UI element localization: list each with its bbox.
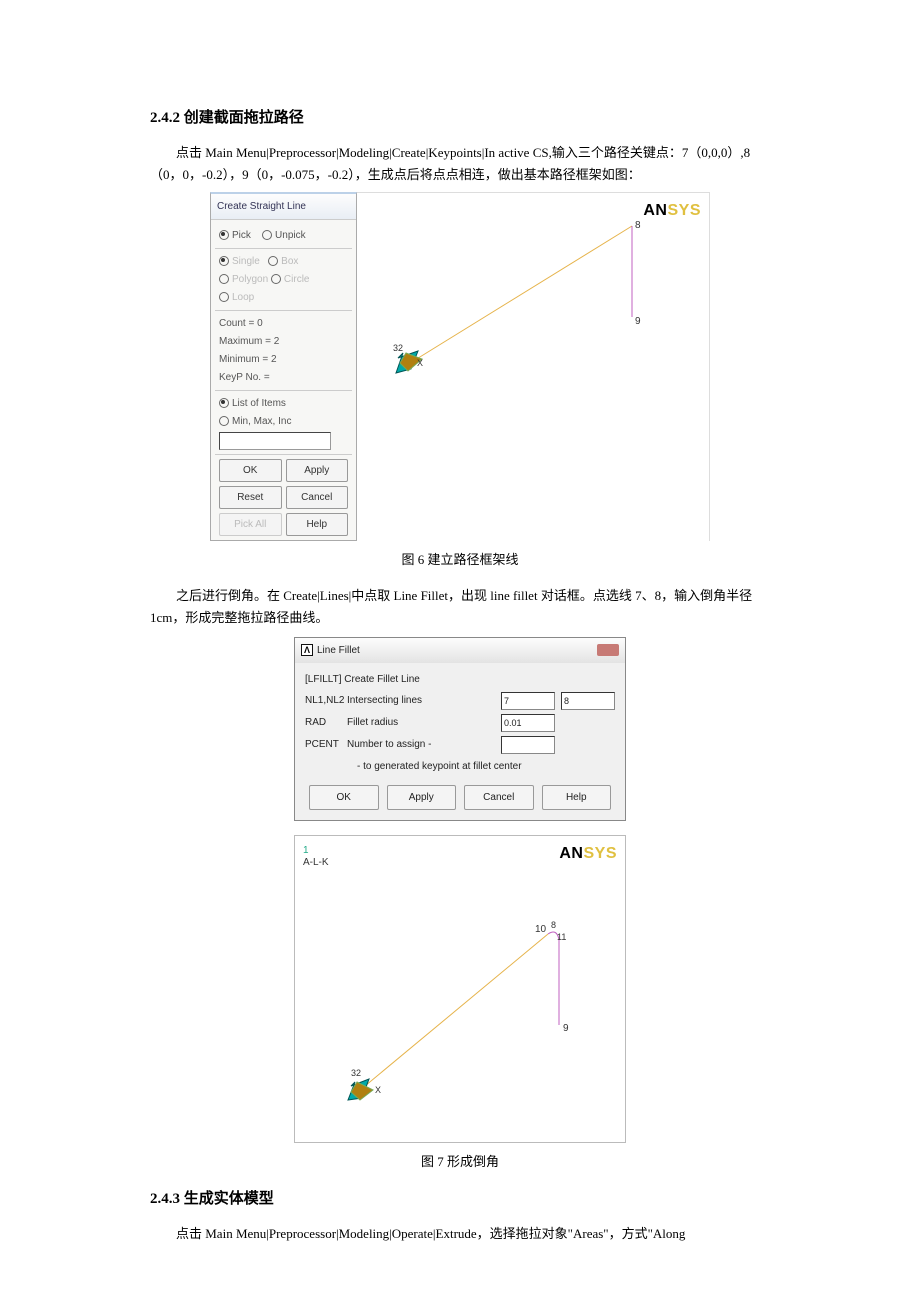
figure-6: Create Straight Line Pick Unpick Single … <box>210 192 710 541</box>
rad-input[interactable]: 0.01 <box>501 714 555 732</box>
para-243-1: 点击 Main Menu|Preprocessor|Modeling|Opera… <box>150 1223 770 1245</box>
line-fillet-dialog: Λ Line Fillet [LFILLT] Create Fillet Lin… <box>294 637 626 821</box>
single-row: Single Box <box>219 253 348 270</box>
pick-all-button: Pick All <box>219 513 282 536</box>
app-icon: Λ <box>301 644 313 656</box>
ok-button[interactable]: OK <box>219 459 282 482</box>
kp-32: 32 <box>393 341 403 356</box>
graphics-canvas-6: ANSYS 8 9 32 X <box>357 192 710 541</box>
kp-32: 32 <box>351 1066 361 1081</box>
ansys-logo: ANSYS <box>643 197 701 224</box>
fillet-ok-button[interactable]: OK <box>309 785 379 810</box>
help-button[interactable]: Help <box>286 513 349 536</box>
para-242-2: 之后进行倒角。在 Create|Lines|中点取 Line Fillet，出现… <box>150 585 770 629</box>
close-icon[interactable] <box>597 644 619 656</box>
heading-243: 2.4.3 生成实体模型 <box>150 1187 770 1213</box>
nl-text: Intersecting lines <box>347 692 501 709</box>
max-row: Maximum = 2 <box>219 333 348 350</box>
radio-box <box>268 256 278 266</box>
selection-input[interactable] <box>219 432 331 450</box>
figure-7: ANSYS 1 A-L-K 10 8 11 9 32 X <box>294 835 626 1143</box>
para-242-1: 点击 Main Menu|Preprocessor|Modeling|Creat… <box>150 142 770 186</box>
radio-unpick[interactable] <box>262 230 272 240</box>
radio-polygon <box>219 274 229 284</box>
kp-8: 8 <box>551 918 556 933</box>
fillet-titlebar: Λ Line Fillet <box>295 638 625 663</box>
radio-minmax[interactable] <box>219 416 229 426</box>
rad-label: RAD <box>305 714 347 731</box>
kp-9: 9 <box>563 1020 569 1037</box>
count-row: Count = 0 <box>219 315 348 332</box>
kp-11: 11 <box>557 930 566 945</box>
heading-242: 2.4.2 创建截面拖拉路径 <box>150 106 770 132</box>
nl2-input[interactable]: 8 <box>561 692 615 710</box>
axis-x: X <box>417 356 423 371</box>
kp-9: 9 <box>635 313 641 330</box>
kp-10: 10 <box>535 921 546 938</box>
fillet-header: [LFILLT] Create Fillet Line <box>305 671 615 688</box>
radio-list-items[interactable] <box>219 398 229 408</box>
canvas-svg <box>357 193 709 483</box>
figure-7-caption: 图 7 形成倒角 <box>150 1151 770 1173</box>
pcent-note: - to generated keypoint at fillet center <box>357 758 615 775</box>
pcent-label: PCENT <box>305 736 347 753</box>
fillet-cancel-button[interactable]: Cancel <box>464 785 534 810</box>
fillet-title: Line Fillet <box>317 642 360 659</box>
radio-pick[interactable] <box>219 230 229 240</box>
nl1-input[interactable]: 7 <box>501 692 555 710</box>
create-line-dialog: Create Straight Line Pick Unpick Single … <box>210 192 357 541</box>
reset-button[interactable]: Reset <box>219 486 282 509</box>
kp-8: 8 <box>635 217 641 234</box>
dialog-title: Create Straight Line <box>211 194 356 220</box>
pick-row: Pick Unpick <box>219 227 348 244</box>
fillet-help-button[interactable]: Help <box>542 785 612 810</box>
fillet-apply-button[interactable]: Apply <box>387 785 457 810</box>
min-row: Minimum = 2 <box>219 351 348 368</box>
figure-6-caption: 图 6 建立路径框架线 <box>150 549 770 571</box>
nl-label: NL1,NL2 <box>305 692 347 709</box>
canvas-7-svg <box>295 836 625 1142</box>
keyp-row: KeyP No. = <box>219 369 348 386</box>
radio-loop <box>219 292 229 302</box>
rad-text: Fillet radius <box>347 714 501 731</box>
ansys-logo: ANSYS <box>559 840 617 867</box>
pcent-text: Number to assign - <box>347 736 501 753</box>
cancel-button[interactable]: Cancel <box>286 486 349 509</box>
label-alk: A-L-K <box>303 854 329 871</box>
pcent-input[interactable] <box>501 736 555 754</box>
radio-single <box>219 256 229 266</box>
radio-circle <box>271 274 281 284</box>
apply-button[interactable]: Apply <box>286 459 349 482</box>
axis-x: X <box>375 1083 381 1098</box>
